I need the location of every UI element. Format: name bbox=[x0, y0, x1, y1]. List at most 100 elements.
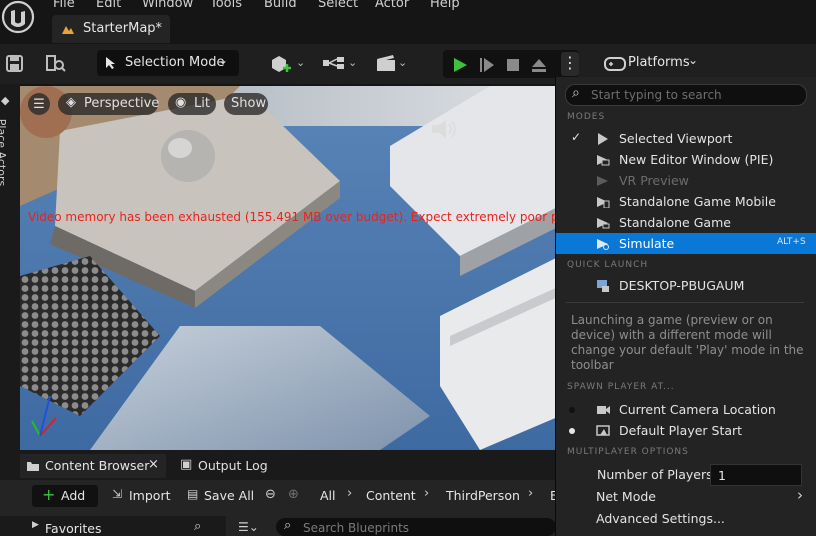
menu-actor[interactable]: Actor bbox=[375, 0, 409, 11]
net-mode-label: Net Mode bbox=[596, 489, 656, 504]
advance-frame-icon[interactable] bbox=[479, 57, 495, 73]
radio-icon bbox=[569, 407, 575, 413]
menu-window[interactable]: Window bbox=[142, 0, 193, 11]
browse-content-icon[interactable] bbox=[45, 53, 67, 73]
save-all-label: Save All bbox=[204, 488, 255, 503]
folder-icon bbox=[27, 462, 39, 471]
hamburger-menu-icon: ☰ bbox=[33, 96, 45, 112]
mode-standalone-game[interactable]: Standalone Game bbox=[556, 212, 816, 233]
import-button[interactable]: ⇲ Import bbox=[110, 485, 174, 507]
mode-label: Standalone Game Mobile bbox=[619, 194, 776, 209]
tab-output-log[interactable]: ▣ Output Log bbox=[176, 454, 286, 478]
save-all-button[interactable]: ▤ Save All bbox=[185, 485, 255, 507]
eject-icon[interactable] bbox=[531, 57, 547, 73]
launch-info-text: Launching a game (preview or on device) … bbox=[571, 313, 804, 372]
tab-title: StarterMap* bbox=[83, 21, 163, 36]
new-window-play-icon bbox=[597, 155, 610, 166]
search-placeholder: Search Blueprints bbox=[303, 521, 410, 535]
menu-search-input[interactable]: ⌕ Start typing to search bbox=[565, 84, 807, 106]
view-mode-lit-button[interactable]: ◉ Lit bbox=[168, 93, 216, 115]
place-actors-icon: ◆ bbox=[1, 94, 10, 107]
mode-simulate[interactable]: Simulate ALT+S bbox=[556, 233, 816, 254]
multiplayer-header: MULTIPLAYER OPTIONS bbox=[567, 447, 689, 457]
menu-help[interactable]: Help bbox=[430, 0, 460, 11]
mode-label: Selected Viewport bbox=[619, 131, 733, 146]
filter-icon[interactable]: ☰⌄ bbox=[238, 520, 259, 534]
import-icon: ⇲ bbox=[112, 487, 123, 501]
chevron-down-icon[interactable]: ⌄ bbox=[398, 56, 407, 69]
chevron-right-icon: › bbox=[424, 486, 430, 501]
selection-mode-label: Selection Mode bbox=[125, 55, 225, 70]
tab-startermap[interactable]: StarterMap* bbox=[52, 15, 170, 43]
tab-content-browser[interactable]: Content Browser × bbox=[20, 454, 166, 478]
unreal-logo-icon[interactable] bbox=[0, 0, 40, 40]
menu-build[interactable]: Build bbox=[264, 0, 297, 11]
advanced-settings-item[interactable]: Advanced Settings... bbox=[556, 508, 816, 529]
viewport-options-button[interactable]: ☰ bbox=[28, 93, 50, 115]
menu-edit[interactable]: Edit bbox=[96, 0, 121, 11]
modes-header: MODES bbox=[567, 112, 606, 122]
perspective-button[interactable]: ◈ Perspective bbox=[58, 93, 160, 115]
mode-new-editor-window[interactable]: New Editor Window (PIE) bbox=[556, 149, 816, 170]
level-viewport[interactable]: ☰ ◈ Perspective ◉ Lit Show Video memory … bbox=[20, 86, 560, 450]
chevron-down-icon[interactable]: ⌄ bbox=[348, 56, 357, 69]
add-actor-icon[interactable] bbox=[270, 54, 294, 74]
mobile-play-icon bbox=[597, 197, 610, 208]
platforms-label: Platforms bbox=[628, 55, 690, 70]
save-all-icon: ▤ bbox=[187, 487, 199, 501]
plus-icon: + bbox=[42, 485, 56, 504]
forward-icon[interactable]: ⊕ bbox=[288, 487, 299, 502]
level-map-icon bbox=[62, 26, 74, 34]
perspective-label: Perspective bbox=[84, 96, 160, 111]
spawn-label: Default Player Start bbox=[619, 423, 743, 438]
menu-tools[interactable]: Tools bbox=[210, 0, 242, 11]
stop-icon[interactable] bbox=[506, 58, 520, 72]
menu-select[interactable]: Select bbox=[318, 0, 358, 11]
chevron-down-icon: ⌄ bbox=[688, 53, 699, 67]
mode-vr-preview[interactable]: VR Preview bbox=[556, 170, 816, 191]
video-memory-warning: Video memory has been exhausted (155.491… bbox=[28, 210, 560, 224]
quick-launch-header: QUICK LAUNCH bbox=[567, 260, 649, 270]
mode-selected-viewport[interactable]: ✓ Selected Viewport bbox=[556, 128, 816, 149]
chevron-right-icon: ▶ bbox=[32, 520, 39, 530]
show-flags-button[interactable]: Show bbox=[224, 93, 268, 115]
play-icon[interactable] bbox=[452, 57, 468, 73]
menu-search-placeholder: Start typing to search bbox=[591, 88, 722, 102]
num-players-input[interactable]: 1 bbox=[710, 464, 802, 486]
save-icon[interactable] bbox=[6, 55, 23, 72]
spawn-default-player-start[interactable]: Default Player Start bbox=[556, 420, 816, 441]
cinematics-icon[interactable] bbox=[376, 54, 396, 72]
search-blueprints-input[interactable]: ⌕ Search Blueprints bbox=[276, 518, 556, 536]
search-icon: ⌕ bbox=[284, 518, 292, 533]
num-players-label: Number of Players bbox=[597, 467, 713, 482]
spawn-current-camera-location[interactable]: Current Camera Location bbox=[556, 399, 816, 420]
mode-label: Standalone Game bbox=[619, 215, 731, 230]
content-browser-panel: Content Browser × ▣ Output Log + Add ⇲ I… bbox=[0, 450, 558, 536]
chevron-down-icon[interactable]: ⌄ bbox=[296, 56, 305, 69]
checkmark-icon: ✓ bbox=[571, 130, 582, 144]
breadcrumb-all[interactable]: All bbox=[320, 488, 336, 503]
add-button[interactable]: + Add bbox=[32, 485, 98, 507]
scene-render bbox=[20, 86, 560, 450]
selection-mode-dropdown[interactable]: Selection Mode ⌄ bbox=[97, 50, 239, 76]
search-icon[interactable]: ⌕ bbox=[194, 519, 201, 534]
place-actors-panel-tab[interactable]: ◆ Place Actors bbox=[0, 84, 20, 450]
lit-label: Lit bbox=[194, 96, 210, 111]
windows-device-icon bbox=[597, 280, 609, 292]
num-players-value: 1 bbox=[718, 468, 726, 483]
platforms-dropdown[interactable]: Platforms ⌄ bbox=[590, 50, 712, 78]
quick-launch-device[interactable]: DESKTOP-PBUGAUM bbox=[556, 275, 816, 296]
breadcrumb-thirdperson[interactable]: ThirdPerson bbox=[446, 488, 520, 503]
play-icon bbox=[598, 133, 608, 145]
menu-file[interactable]: File bbox=[53, 0, 75, 11]
back-icon[interactable]: ⊖ bbox=[265, 487, 276, 502]
breadcrumb-content[interactable]: Content bbox=[366, 488, 416, 503]
shortcut-label: ALT+S bbox=[777, 237, 806, 247]
mode-standalone-game-mobile[interactable]: Standalone Game Mobile bbox=[556, 191, 816, 212]
net-mode-submenu[interactable]: Net Mode › bbox=[556, 486, 816, 507]
close-icon[interactable]: × bbox=[148, 457, 159, 472]
breadcrumb: All › Content › ThirdPerson › E bbox=[310, 486, 558, 506]
more-play-options-icon[interactable]: ⋮ bbox=[561, 52, 579, 76]
favorites-section[interactable]: ▶ Favorites ⌕ bbox=[0, 516, 226, 536]
blueprint-icon[interactable] bbox=[322, 56, 346, 70]
